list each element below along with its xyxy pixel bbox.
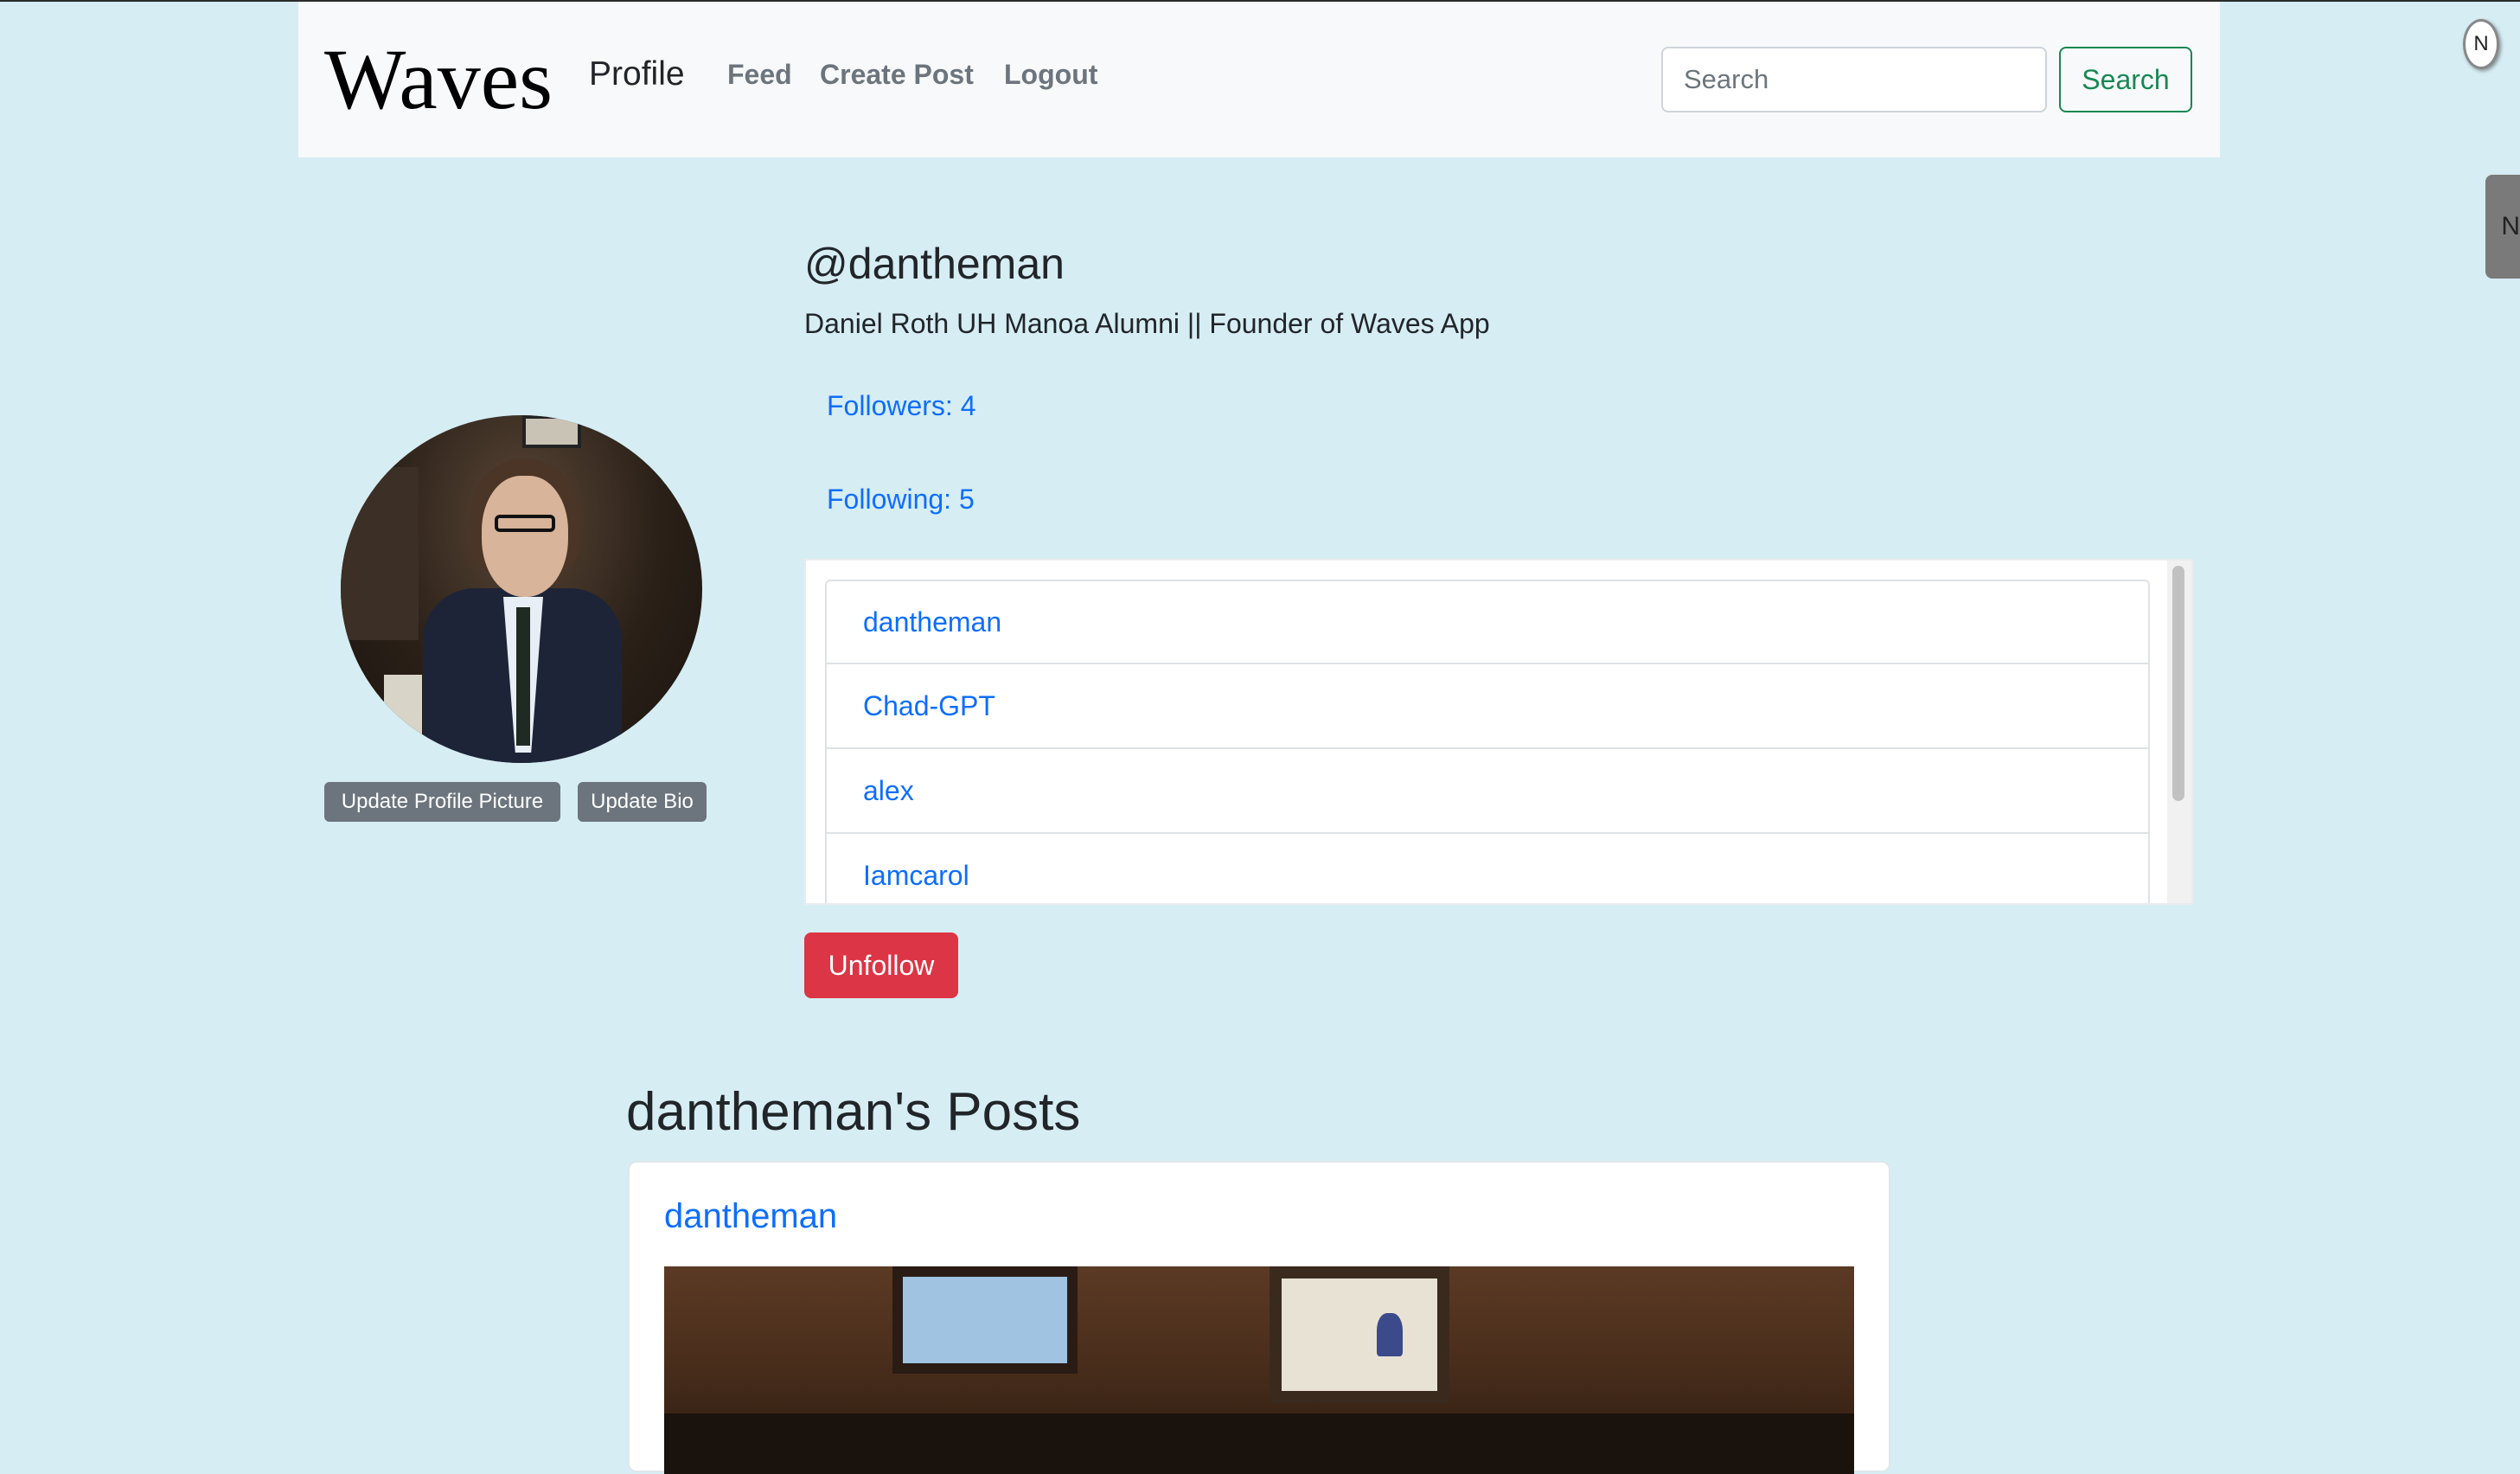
search-button[interactable]: Search [2059, 47, 2192, 112]
following-link[interactable]: Following: 5 [827, 484, 975, 516]
list-item: dantheman [825, 580, 2150, 664]
user-link-iamcarol[interactable]: Iamcarol [863, 860, 969, 892]
post-card: dantheman [628, 1161, 1890, 1474]
user-link-chad-gpt[interactable]: Chad-GPT [863, 690, 995, 722]
list-scrollbar-thumb[interactable] [2172, 566, 2184, 801]
posts-heading: dantheman's Posts [626, 1082, 1081, 1142]
post-image [664, 1266, 1854, 1474]
nav-logout[interactable]: Logout [1004, 59, 1097, 91]
nav-create-post[interactable]: Create Post [820, 59, 974, 91]
navbar: Waves Profile Feed Create Post Logout Se… [298, 2, 2220, 157]
list-item: alex [825, 749, 2150, 834]
extension-side-tab[interactable]: N [2485, 175, 2520, 279]
list-scrollbar[interactable] [2167, 561, 2191, 903]
unfollow-button[interactable]: Unfollow [804, 932, 958, 998]
list-item: Iamcarol [825, 834, 2150, 903]
nav-profile[interactable]: Profile [589, 55, 685, 93]
extension-badge-icon[interactable]: N [2463, 19, 2499, 69]
followers-link[interactable]: Followers: 4 [827, 390, 976, 422]
user-link-dantheman[interactable]: dantheman [863, 606, 1001, 638]
profile-bio: Daniel Roth UH Manoa Alumni || Founder o… [804, 308, 1490, 339]
brand-logo[interactable]: Waves [324, 28, 553, 131]
profile-avatar [341, 415, 702, 763]
list-item: Chad-GPT [825, 664, 2150, 749]
update-bio-button[interactable]: Update Bio [578, 782, 707, 822]
update-profile-picture-button[interactable]: Update Profile Picture [324, 782, 560, 822]
following-list: dantheman Chad-GPT alex Iamcarol [804, 559, 2193, 905]
profile-username: @dantheman [804, 240, 1065, 288]
user-link-alex[interactable]: alex [863, 775, 914, 807]
search-input[interactable] [1661, 47, 2047, 112]
post-author-link[interactable]: dantheman [664, 1197, 837, 1236]
nav-feed[interactable]: Feed [727, 59, 792, 91]
